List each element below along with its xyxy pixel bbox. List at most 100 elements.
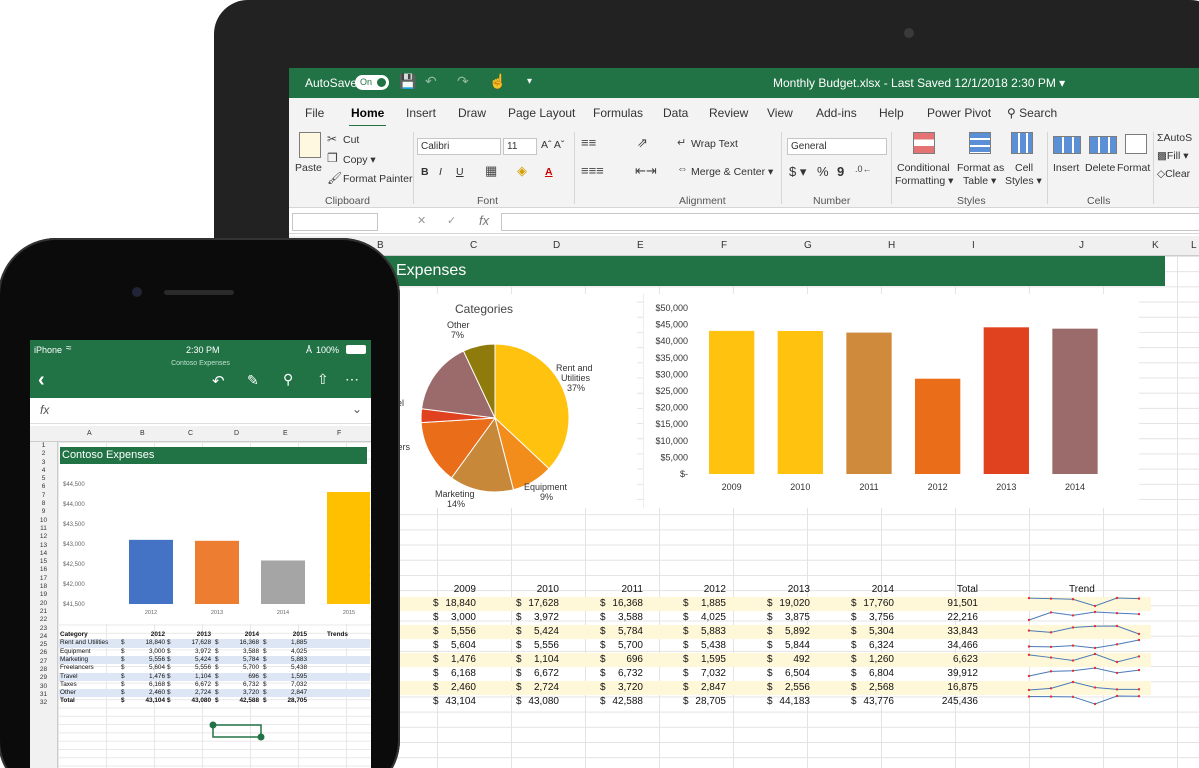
tab-formulas[interactable]: Formulas — [593, 106, 643, 120]
column-header[interactable]: I — [972, 240, 975, 251]
tab-add-ins[interactable]: Add-ins — [816, 106, 857, 120]
more-icon[interactable]: ⋯ — [345, 371, 359, 388]
bar[interactable] — [846, 332, 892, 474]
chevron-down-icon[interactable]: ⌄ — [352, 402, 362, 416]
align-left-icon[interactable]: ≡≡≡ — [581, 163, 604, 178]
column-header[interactable]: G — [804, 240, 812, 251]
conditional-formatting-label-2[interactable]: Formatting ▾ — [895, 175, 953, 187]
bar[interactable] — [915, 378, 961, 474]
tab-help[interactable]: Help — [879, 106, 904, 120]
bar[interactable] — [1052, 328, 1098, 474]
undo-icon[interactable]: ↶ — [425, 73, 437, 90]
cancel-icon[interactable]: ✕ — [417, 214, 426, 227]
column-header[interactable]: J — [1079, 240, 1084, 251]
grow-font-icon[interactable]: Aˆ Aˇ — [541, 139, 564, 151]
tab-review[interactable]: Review — [709, 106, 748, 120]
tab-draw[interactable]: Draw — [458, 106, 486, 120]
borders-icon[interactable]: ▦ — [485, 163, 497, 179]
bold-button[interactable]: B — [421, 166, 429, 178]
format-cells-button[interactable]: Format — [1117, 162, 1150, 174]
currency-button[interactable]: $ ▾ — [789, 164, 806, 180]
cell-styles-icon[interactable] — [1011, 132, 1033, 154]
bar[interactable] — [709, 330, 755, 474]
fx-icon[interactable]: fx — [479, 213, 489, 228]
column-header[interactable]: D — [553, 240, 560, 251]
cut-button[interactable]: Cut — [343, 134, 359, 146]
percent-button[interactable]: % — [817, 164, 829, 179]
selection-handles[interactable] — [208, 720, 268, 744]
phone-formula-bar[interactable]: fx ⌄ — [30, 398, 371, 424]
touch-mode-icon[interactable]: ☝ — [489, 73, 506, 90]
tab-data[interactable]: Data — [663, 106, 688, 120]
bar[interactable] — [261, 560, 305, 604]
name-box[interactable] — [292, 213, 378, 231]
tab-view[interactable]: View — [767, 106, 793, 120]
conditional-formatting-label[interactable]: Conditional — [897, 162, 950, 174]
search-icon[interactable]: ⚲ — [283, 371, 293, 388]
undo-icon[interactable]: ↶ — [212, 372, 225, 390]
tab-file[interactable]: File — [305, 106, 324, 120]
column-header[interactable]: C — [470, 240, 477, 251]
qat-more-icon[interactable]: ▾ — [527, 76, 532, 87]
cell-styles-label[interactable]: Cell — [1015, 162, 1033, 174]
column-header[interactable]: E — [283, 430, 288, 437]
enter-icon[interactable]: ✓ — [447, 214, 456, 227]
column-header[interactable]: C — [188, 430, 193, 437]
clear-button[interactable]: ◇Clear — [1157, 168, 1190, 180]
tab-page-layout[interactable]: Page Layout — [508, 106, 575, 120]
conditional-formatting-icon[interactable] — [913, 132, 935, 154]
column-header[interactable]: L — [1191, 240, 1197, 251]
format-as-table-label-2[interactable]: Table ▾ — [963, 175, 996, 187]
column-header[interactable]: B — [140, 430, 145, 437]
autosave-toggle[interactable]: On — [355, 75, 389, 90]
phone-bar-chart[interactable]: $41,500 $42,000 $42,500 $43,000 $43,500 $44,0… — [59, 464, 370, 624]
paste-button[interactable]: Paste — [295, 162, 322, 174]
bar-chart[interactable]: $- $5,000 $10,000 $15,000 $20,000 $25,000 $30,… — [643, 294, 1139, 508]
column-header[interactable]: E — [637, 240, 644, 251]
column-header[interactable]: D — [234, 430, 239, 437]
font-size-select[interactable]: 11 — [503, 138, 537, 155]
delete-cells-icon[interactable] — [1089, 136, 1117, 154]
indent-icon[interactable]: ⇤⇥ — [635, 163, 657, 179]
share-icon[interactable]: ⇧ — [317, 371, 329, 388]
column-header[interactable]: F — [721, 240, 727, 251]
column-header[interactable]: K — [1152, 240, 1159, 251]
comma-button[interactable]: 9 — [837, 164, 844, 179]
format-as-table-label[interactable]: Format as — [957, 162, 1004, 174]
bar[interactable] — [983, 327, 1029, 474]
formula-input[interactable] — [501, 213, 1199, 231]
tab-power-pivot[interactable]: Power Pivot — [927, 106, 991, 120]
bar[interactable] — [129, 539, 173, 604]
font-name-select[interactable]: Calibri — [417, 138, 501, 155]
underline-button[interactable]: U — [456, 166, 464, 178]
back-icon[interactable]: ‹ — [38, 369, 45, 392]
fill-color-icon[interactable]: ◈ — [517, 163, 527, 179]
bar[interactable] — [195, 540, 239, 604]
number-format-select[interactable]: General — [787, 138, 887, 155]
decimal-icon[interactable]: .0← — [855, 164, 872, 174]
insert-cells-button[interactable]: Insert — [1053, 162, 1079, 174]
copy-button[interactable]: Copy ▾ — [343, 154, 376, 166]
orientation-icon[interactable]: ⇗ — [637, 135, 648, 151]
cell-styles-label-2[interactable]: Styles ▾ — [1005, 175, 1042, 187]
autosum-button[interactable]: ΣAutoS — [1157, 132, 1192, 144]
paste-icon[interactable] — [299, 132, 321, 158]
column-header[interactable]: F — [337, 430, 341, 437]
redo-icon[interactable]: ↷ — [457, 73, 469, 90]
italic-button[interactable]: I — [439, 166, 442, 178]
bar[interactable] — [777, 330, 823, 474]
merge-center-button[interactable]: Merge & Center ▾ — [691, 166, 773, 178]
draw-icon[interactable]: ✎ — [247, 372, 259, 389]
column-header[interactable]: H — [888, 240, 895, 251]
format-cells-icon[interactable] — [1125, 134, 1147, 154]
font-color-icon[interactable]: A — [545, 166, 553, 178]
document-title[interactable]: Monthly Budget.xlsx - Last Saved 12/1/20… — [773, 76, 1065, 90]
wrap-text-button[interactable]: Wrap Text — [691, 138, 738, 150]
tab-home[interactable]: Home — [348, 106, 387, 128]
format-painter-button[interactable]: Format Painter — [343, 173, 412, 185]
column-header[interactable]: B — [377, 240, 384, 251]
worksheet-grid[interactable]: Expenses Categories Other 7% Rent and Ut… — [289, 256, 1199, 768]
search-box[interactable]: ⚲ Search — [1007, 106, 1057, 120]
align-top-icon[interactable]: ≡≡ — [581, 135, 596, 150]
format-as-table-icon[interactable] — [969, 132, 991, 154]
